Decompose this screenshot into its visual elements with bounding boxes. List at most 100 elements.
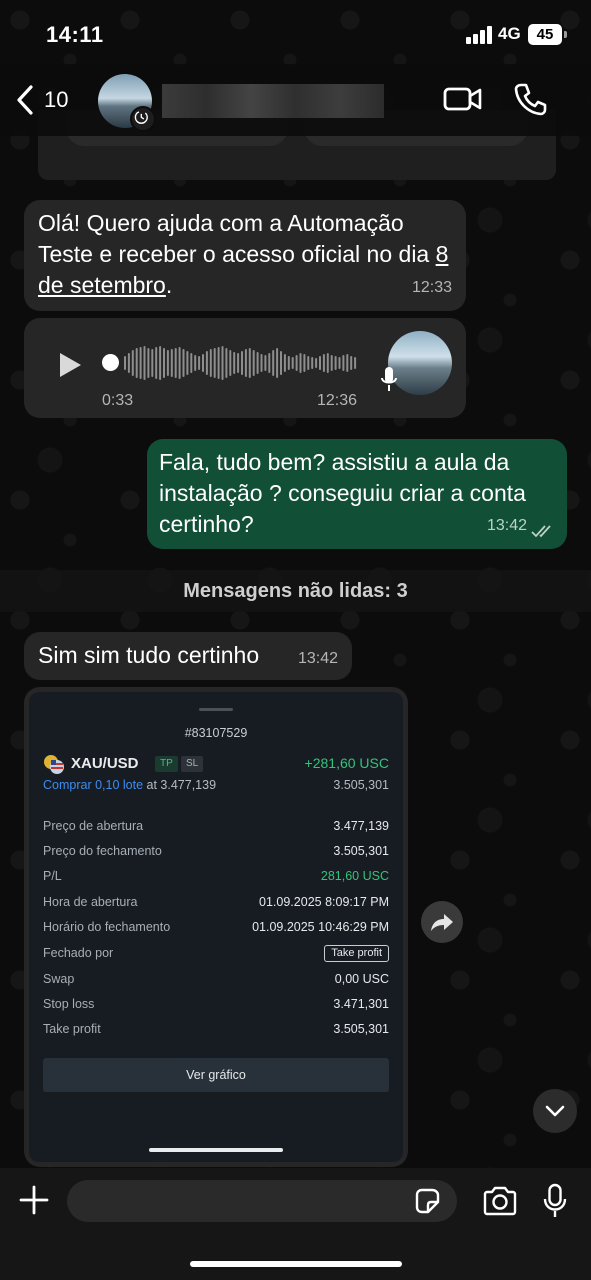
waveform-bar bbox=[135, 348, 138, 378]
waveform-bar bbox=[155, 347, 158, 379]
detail-label: Preço de abertura bbox=[43, 819, 144, 833]
image-message[interactable]: #83107529 XAU/USD TP SL +281,60 USC Comp… bbox=[24, 687, 408, 1167]
waveform-bar bbox=[182, 349, 185, 377]
microphone-icon[interactable] bbox=[543, 1183, 567, 1219]
disappearing-timer-icon bbox=[130, 106, 156, 132]
detail-row: Horário do fechamento 01.09.2025 10:46:29… bbox=[43, 920, 389, 938]
waveform-bar bbox=[143, 346, 146, 380]
waveform-bar bbox=[342, 355, 345, 371]
detail-value: 3.471,301 bbox=[333, 997, 389, 1011]
status-time: 14:11 bbox=[46, 22, 104, 47]
detail-label: Horário do fechamento bbox=[43, 920, 171, 934]
forward-icon bbox=[431, 914, 453, 931]
waveform-bar bbox=[213, 348, 216, 378]
sticker-icon[interactable] bbox=[413, 1187, 441, 1215]
plus-icon[interactable] bbox=[18, 1184, 50, 1216]
waveform-bar bbox=[233, 352, 236, 374]
detail-row: P/L 281,60 USC bbox=[43, 869, 389, 887]
detail-label: Hora de abertura bbox=[43, 895, 138, 909]
battery-icon: 45 bbox=[528, 24, 567, 45]
waveform-bar bbox=[209, 349, 212, 377]
camera-icon[interactable] bbox=[482, 1186, 518, 1216]
waveform-bar bbox=[303, 354, 306, 372]
forward-button[interactable] bbox=[421, 901, 463, 943]
waveform-bar bbox=[127, 353, 130, 373]
waveform-bar bbox=[350, 356, 353, 370]
profit-value: +281,60 USC bbox=[304, 755, 389, 771]
video-call-icon[interactable] bbox=[443, 84, 483, 114]
waveform-bar bbox=[139, 347, 142, 379]
gold-usd-flag-icon bbox=[44, 755, 64, 774]
message-time: 12:36 bbox=[317, 392, 358, 409]
outgoing-message[interactable]: Fala, tudo bem? assistiu a aula da insta… bbox=[147, 439, 567, 549]
waveform-bar bbox=[307, 356, 310, 370]
play-icon[interactable] bbox=[58, 352, 82, 378]
voice-duration: 0:33 bbox=[102, 392, 134, 409]
waveform-bar bbox=[334, 356, 337, 370]
symbol-name: XAU/USD bbox=[71, 755, 139, 772]
voice-waveform[interactable] bbox=[124, 344, 360, 382]
trade-screenshot: #83107529 XAU/USD TP SL +281,60 USC Comp… bbox=[29, 692, 403, 1162]
scroll-to-bottom-button[interactable] bbox=[533, 1089, 577, 1133]
waveform-bar bbox=[170, 349, 173, 377]
detail-value: 3.505,301 bbox=[333, 1022, 389, 1036]
waveform-bar bbox=[131, 350, 134, 376]
incoming-message[interactable]: Sim sim tudo certinho 13:42 bbox=[24, 632, 352, 680]
waveform-bar bbox=[322, 354, 325, 372]
detail-value: Take profit bbox=[324, 945, 389, 962]
message-input[interactable] bbox=[67, 1180, 457, 1222]
waveform-bar bbox=[174, 348, 177, 378]
message-text: Olá! Quero ajuda com a Automação Teste e… bbox=[38, 210, 436, 267]
waveform-bar bbox=[330, 355, 333, 371]
waveform-bar bbox=[268, 353, 271, 373]
waveform-bar bbox=[299, 353, 302, 373]
screenshot-home-indicator bbox=[149, 1148, 283, 1152]
contact-name-redacted[interactable] bbox=[162, 84, 384, 118]
detail-value: 01.09.2025 8:09:17 PM bbox=[259, 895, 389, 909]
voice-scrubber[interactable] bbox=[102, 354, 119, 371]
back-button[interactable]: 10 bbox=[14, 82, 68, 118]
waveform-bar bbox=[276, 348, 279, 378]
waveform-bar bbox=[166, 350, 169, 376]
waveform-bar bbox=[124, 356, 126, 370]
contact-avatar[interactable] bbox=[98, 74, 156, 132]
detail-label: P/L bbox=[43, 869, 62, 883]
microphone-icon bbox=[381, 367, 397, 391]
waveform-bar bbox=[326, 353, 329, 373]
detail-value: 0,00 USC bbox=[334, 972, 389, 986]
detail-row: Hora de abertura 01.09.2025 8:09:17 PM bbox=[43, 895, 389, 913]
incoming-message[interactable]: Olá! Quero ajuda com a Automação Teste e… bbox=[24, 200, 466, 311]
waveform-bar bbox=[287, 356, 290, 370]
waveform-bar bbox=[311, 357, 314, 369]
message-text: Sim sim tudo certinho bbox=[38, 642, 260, 668]
network-type: 4G bbox=[498, 24, 521, 43]
detail-value: 3.477,139 bbox=[333, 819, 389, 833]
chevron-down-icon bbox=[545, 1105, 565, 1117]
waveform-bar bbox=[163, 348, 165, 378]
sl-tag: SL bbox=[181, 756, 204, 772]
waveform-bar bbox=[272, 350, 275, 376]
waveform-bar bbox=[244, 349, 247, 377]
waveform-bar bbox=[190, 353, 193, 373]
message-time: 12:33 bbox=[411, 279, 452, 296]
detail-row: Fechado por Take profit bbox=[43, 945, 389, 964]
waveform-bar bbox=[291, 357, 294, 369]
order-id: #83107529 bbox=[184, 726, 248, 740]
message-time: 13:42 bbox=[297, 650, 338, 667]
detail-label: Preço do fechamento bbox=[43, 844, 162, 858]
detail-row: Take profit 3.505,301 bbox=[43, 1022, 389, 1040]
waveform-bar bbox=[295, 355, 298, 371]
view-chart-button: Ver gráfico bbox=[43, 1058, 389, 1092]
detail-value: 3.505,301 bbox=[333, 844, 389, 858]
chat-header: 10 bbox=[0, 64, 591, 136]
waveform-bar bbox=[315, 358, 318, 368]
sheet-grabber bbox=[199, 708, 233, 711]
phone-call-icon[interactable] bbox=[514, 82, 548, 116]
waveform-bar bbox=[237, 353, 240, 373]
waveform-bar bbox=[225, 348, 228, 378]
signal-icon bbox=[466, 26, 492, 44]
waveform-bar bbox=[264, 355, 267, 371]
waveform-bar bbox=[198, 356, 201, 370]
message-text-end: . bbox=[165, 272, 173, 298]
waveform-bar bbox=[283, 354, 286, 372]
